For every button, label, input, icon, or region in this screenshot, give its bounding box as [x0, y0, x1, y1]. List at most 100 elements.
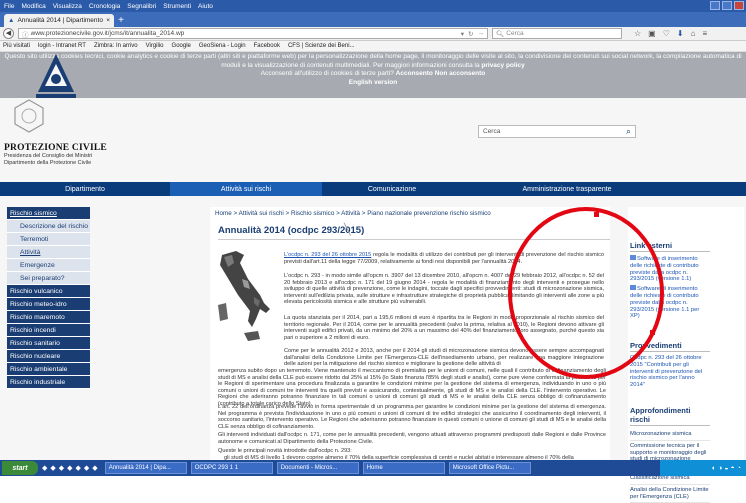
- sidebar-item-descrizione[interactable]: Descrizione del rischio: [7, 220, 90, 233]
- bookmark-intranet[interactable]: login - Intranet RT: [38, 43, 86, 49]
- bookmark-facebook[interactable]: Facebook: [254, 43, 280, 49]
- sidebar-item-vulcanico[interactable]: Rischio vulcanico: [7, 285, 90, 298]
- search-placeholder: Cerca: [506, 30, 524, 37]
- paragraph-7: Queste le principali novità introdotte d…: [218, 448, 352, 454]
- taskbar: start ◆◆◆◆◆◆◆ Annualità 2014 | Dipa... O…: [0, 460, 746, 476]
- bookmark-geosiena[interactable]: GeoSiena - Login: [199, 43, 246, 49]
- highlight-circle: [508, 207, 664, 379]
- arrow-icon[interactable]: →: [478, 30, 485, 37]
- bookmark-virgilio[interactable]: Virgilio: [146, 43, 164, 49]
- brand-subtitle-2: Dipartimento della Protezione Civile: [4, 159, 92, 166]
- tab-bar: ▲ Annualità 2014 | Dipartimento... × +: [0, 12, 746, 27]
- dropdown-icon[interactable]: ▾: [461, 30, 464, 38]
- paragraph-5: L'art. 22 dell'ordinanza prevede l'avvio…: [218, 404, 606, 430]
- new-tab-button[interactable]: +: [114, 15, 128, 27]
- sidebar-item-attivita[interactable]: Attività: [7, 246, 90, 259]
- taskbar-item-pdf[interactable]: OCDPC 293 1 1: [190, 462, 273, 474]
- system-tray: ◐◑◒◓◔: [660, 460, 746, 476]
- menu-cronologia[interactable]: Cronologia: [89, 3, 120, 10]
- menu-aiuto[interactable]: Aiuto: [198, 3, 213, 10]
- ocdpc-293-provvedimento-link[interactable]: Ocdpc n. 293 del 26 ottobre 2015 "Contri…: [630, 355, 710, 389]
- reject-cookies-link[interactable]: Non acconsento: [435, 70, 486, 77]
- approfondimenti-box: Approfondimenti rischi Microzonazione si…: [630, 406, 710, 503]
- nav-attivita-rischi[interactable]: Attività sui rischi: [170, 182, 322, 196]
- clipboard-icon[interactable]: ▣: [648, 29, 656, 38]
- taskbar-item-office-picture[interactable]: Microsoft Office Pictu...: [448, 462, 531, 474]
- close-window-button[interactable]: [734, 1, 744, 10]
- sidebar-item-meteo-idro[interactable]: Rischio meteo-idro: [7, 298, 90, 311]
- protezione-civile-logo[interactable]: [36, 52, 76, 100]
- sidebar-item-emergenze[interactable]: Emergenze: [7, 259, 90, 272]
- star-icon[interactable]: ☆: [634, 29, 641, 38]
- window-controls: [710, 1, 744, 10]
- nav-comunicazione[interactable]: Comunicazione: [322, 182, 462, 196]
- bookmark-cfs[interactable]: CFS | Scienze dei Beni...: [288, 43, 355, 49]
- sidebar-item-industriale[interactable]: Rischio industriale: [7, 376, 90, 389]
- bookmark-google[interactable]: Google: [172, 43, 191, 49]
- toolbar-icons: ☆ ▣ ♡ ⬇ ⌂ ≡: [634, 29, 707, 38]
- info-icon[interactable]: ⓘ: [22, 29, 29, 39]
- tray-icons[interactable]: ◐◑◒◓◔: [712, 465, 743, 472]
- sidebar-item-ambientale[interactable]: Rischio ambientale: [7, 363, 90, 376]
- browser-tab[interactable]: ▲ Annualità 2014 | Dipartimento... ×: [4, 14, 114, 27]
- menu-file[interactable]: File: [4, 3, 14, 10]
- back-button[interactable]: ◀: [3, 28, 14, 39]
- nav-dipartimento[interactable]: Dipartimento: [0, 182, 170, 196]
- quicklaunch-icons: ◆◆◆◆◆◆◆: [42, 465, 101, 472]
- menu-modifica[interactable]: Modifica: [21, 3, 45, 10]
- page-title: Annualità 2014 (ocdpc 293/2015): [218, 225, 365, 236]
- sidebar-item-incendi[interactable]: Rischio incendi: [7, 324, 90, 337]
- brand-title: PROTEZIONE CIVILE: [4, 143, 107, 153]
- accept-cookies-link[interactable]: Acconsento: [396, 70, 433, 77]
- title-divider: ╲: [344, 224, 351, 236]
- approfondimenti-title: Approfondimenti rischi: [630, 406, 710, 426]
- taskbar-item-browser[interactable]: Annualità 2014 | Dipa...: [104, 462, 187, 474]
- sidebar-item-terremoti[interactable]: Terremoti: [7, 233, 90, 246]
- menu-icon[interactable]: ≡: [702, 29, 707, 38]
- cookie-text-3: Acconsenti all'utilizzo di cookies di te…: [260, 70, 486, 77]
- bookmarks-bar: Più visitati login - Intranet RT Zimbra:…: [0, 41, 746, 52]
- sidebar: Rischio sismico Descrizione del rischio …: [7, 207, 90, 389]
- ocdpc-293-link[interactable]: L'ocdpc n. 293 del 26 ottobre 2015: [284, 252, 371, 258]
- taskbar-item-home[interactable]: Home: [362, 462, 445, 474]
- maximize-button[interactable]: [722, 1, 732, 10]
- download-icon[interactable]: ⬇: [677, 29, 684, 38]
- approfondimento-cle[interactable]: Analisi della Condizione Limite per l'Em…: [630, 485, 710, 503]
- start-button[interactable]: start: [2, 461, 38, 475]
- search-icon: 🔍︎: [496, 30, 505, 38]
- taskbar-item-documents[interactable]: Documenti - Micros...: [276, 462, 359, 474]
- sidebar-item-rischio-sismico[interactable]: Rischio sismico: [7, 207, 90, 220]
- sidebar-item-sei-preparato[interactable]: Sei preparato?: [7, 272, 90, 285]
- cookie-banner: Questo sito utilizza cookies tecnici, co…: [0, 52, 746, 98]
- menu-visualizza[interactable]: Visualizza: [53, 3, 82, 10]
- site-header: [0, 98, 746, 182]
- bookmark-zimbra[interactable]: Zimbra: In arrivo: [94, 43, 138, 49]
- address-bar[interactable]: ⓘ www.protezionecivile.gov.it/jcms/it/an…: [18, 28, 488, 39]
- browser-search-input[interactable]: 🔍︎ Cerca: [492, 28, 622, 39]
- sidebar-item-maremoto[interactable]: Rischio maremoto: [7, 311, 90, 324]
- brand-block: PROTEZIONE CIVILE Presidenza del Consigl…: [4, 143, 124, 166]
- sidebar-item-nucleare[interactable]: Rischio nucleare: [7, 350, 90, 363]
- emblem-icon: [14, 99, 44, 133]
- menu-strumenti[interactable]: Strumenti: [163, 3, 191, 10]
- sidebar-item-sanitario[interactable]: Rischio sanitario: [7, 337, 90, 350]
- approfondimento-microzonazione[interactable]: Microzonazione sismica: [630, 429, 710, 441]
- pocket-icon[interactable]: ♡: [663, 29, 670, 38]
- bookmark-most-visited[interactable]: Più visitati: [3, 43, 30, 49]
- minimize-button[interactable]: [710, 1, 720, 10]
- site-search-input[interactable]: Cerca ⌕: [478, 125, 636, 138]
- navigation-bar: ◀ ⓘ www.protezionecivile.gov.it/jcms/it/…: [0, 27, 746, 41]
- favicon-icon: ▲: [8, 17, 15, 24]
- english-version-link[interactable]: English version: [0, 79, 746, 88]
- cookie-text-2: moduli e la visualizzazione di contenuti…: [221, 61, 525, 69]
- home-icon[interactable]: ⌂: [691, 29, 696, 38]
- nav-amministrazione[interactable]: Amministrazione trasparente: [462, 182, 672, 196]
- breadcrumb[interactable]: Home > Attività sui rischi > Rischio sis…: [215, 210, 491, 217]
- menu-segnalibri[interactable]: Segnalibri: [127, 3, 156, 10]
- reload-icon[interactable]: ↻: [468, 30, 473, 38]
- search-icon[interactable]: ⌕: [626, 126, 631, 137]
- close-tab-icon[interactable]: ×: [106, 17, 110, 24]
- paragraph-6: Gli interventi individuati dall'ocdpc n.…: [218, 432, 606, 445]
- cookie-text-1: Questo sito utilizza cookies tecnici, co…: [4, 53, 742, 60]
- privacy-policy-link[interactable]: privacy policy: [481, 62, 524, 69]
